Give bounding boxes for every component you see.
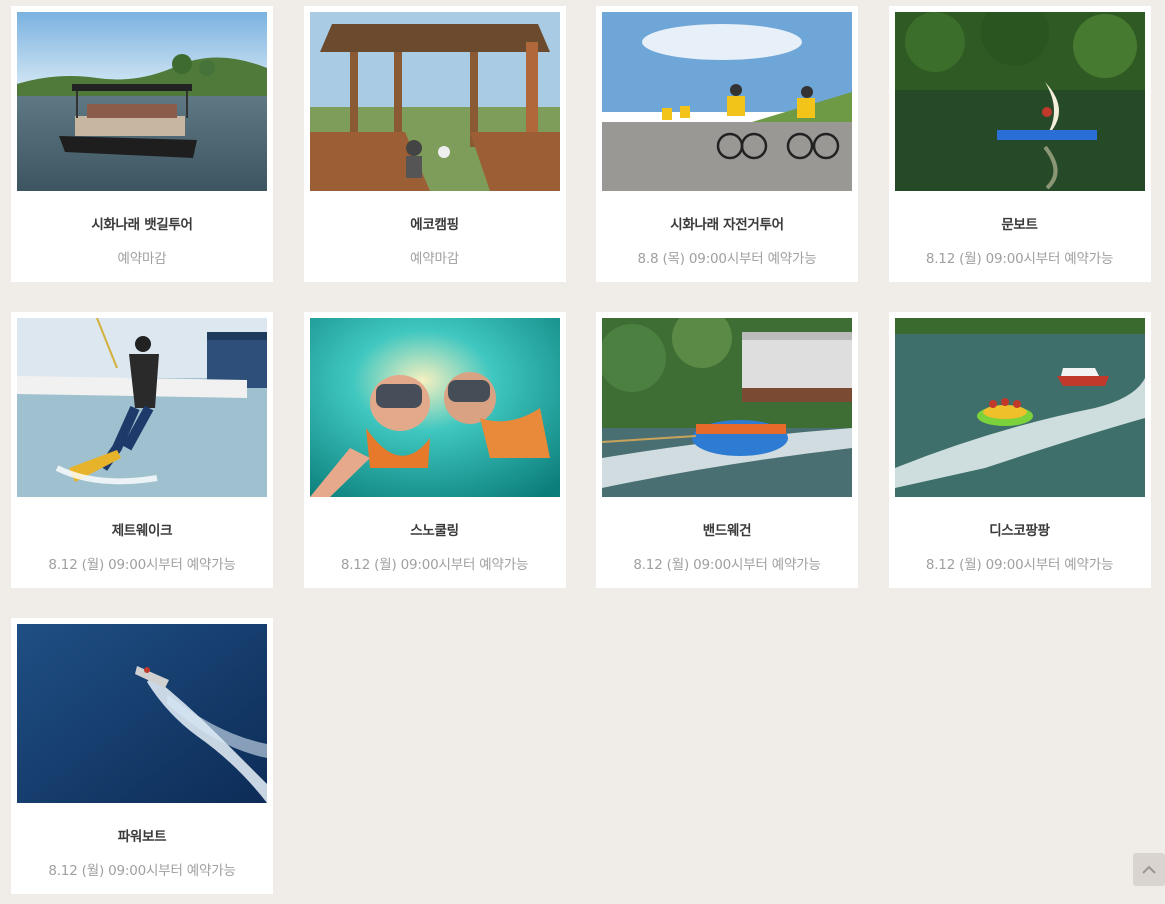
scroll-to-top-button[interactable]	[1133, 853, 1165, 886]
program-card[interactable]: 시화나래 뱃길투어 예약마감	[11, 6, 273, 282]
reservation-status: 8.12 (월) 09:00시부터 예약가능	[48, 557, 236, 573]
reservation-status: 8.12 (월) 09:00시부터 예약가능	[633, 557, 821, 573]
reservation-status: 8.8 (목) 09:00시부터 예약가능	[637, 251, 817, 267]
bicycle-tour-photo[interactable]	[602, 12, 852, 191]
jet-wake-photo[interactable]	[17, 318, 267, 497]
program-card[interactable]: 시화나래 자전거투어 8.8 (목) 09:00시부터 예약가능	[596, 6, 858, 282]
reservation-status: 예약마감	[410, 251, 459, 267]
program-title[interactable]: 문보트	[895, 213, 1145, 233]
eco-camping-pavilion-photo[interactable]	[309, 12, 560, 191]
band-wagon-photo[interactable]	[602, 318, 852, 497]
program-title[interactable]: 에코캠핑	[310, 213, 560, 233]
reservation-status: 8.12 (월) 09:00시부터 예약가능	[340, 557, 529, 573]
program-title[interactable]: 디스코팡팡	[895, 519, 1145, 539]
program-card[interactable]: 스노쿨링 8.12 (월) 09:00시부터 예약가능	[303, 312, 566, 588]
reservation-status: 8.12 (월) 09:00시부터 예약가능	[48, 863, 236, 879]
program-title[interactable]: 파워보트	[17, 825, 267, 845]
program-title[interactable]: 제트웨이크	[17, 519, 267, 539]
program-card[interactable]: 파워보트 8.12 (월) 09:00시부터 예약가능	[11, 618, 273, 894]
program-card[interactable]: 밴드웨건 8.12 (월) 09:00시부터 예약가능	[596, 312, 858, 588]
program-title[interactable]: 시화나래 자전거투어	[602, 213, 852, 233]
reservation-status: 8.12 (월) 09:00시부터 예약가능	[925, 251, 1114, 267]
snorkeling-photo[interactable]	[309, 318, 560, 497]
program-card[interactable]: 에코캠핑 예약마감	[303, 6, 566, 282]
program-card[interactable]: 문보트 8.12 (월) 09:00시부터 예약가능	[888, 6, 1151, 282]
program-card[interactable]: 디스코팡팡 8.12 (월) 09:00시부터 예약가능	[888, 312, 1151, 588]
power-boat-photo[interactable]	[17, 624, 267, 803]
program-card[interactable]: 제트웨이크 8.12 (월) 09:00시부터 예약가능	[11, 312, 273, 588]
program-grid: 시화나래 뱃길투어 예약마감 에코캠핑 예약마감 시화나래 자전거투어 8.8 …	[11, 6, 1151, 894]
program-title[interactable]: 스노쿨링	[310, 519, 560, 539]
program-title[interactable]: 시화나래 뱃길투어	[17, 213, 267, 233]
moon-boat-photo[interactable]	[894, 12, 1145, 191]
chevron-up-icon	[1142, 860, 1156, 879]
reservation-status: 예약마감	[117, 251, 167, 267]
disco-pangpang-photo[interactable]	[894, 318, 1145, 497]
reservation-status: 8.12 (월) 09:00시부터 예약가능	[925, 557, 1114, 573]
boat-tour-photo[interactable]	[17, 12, 267, 191]
program-title[interactable]: 밴드웨건	[602, 519, 852, 539]
